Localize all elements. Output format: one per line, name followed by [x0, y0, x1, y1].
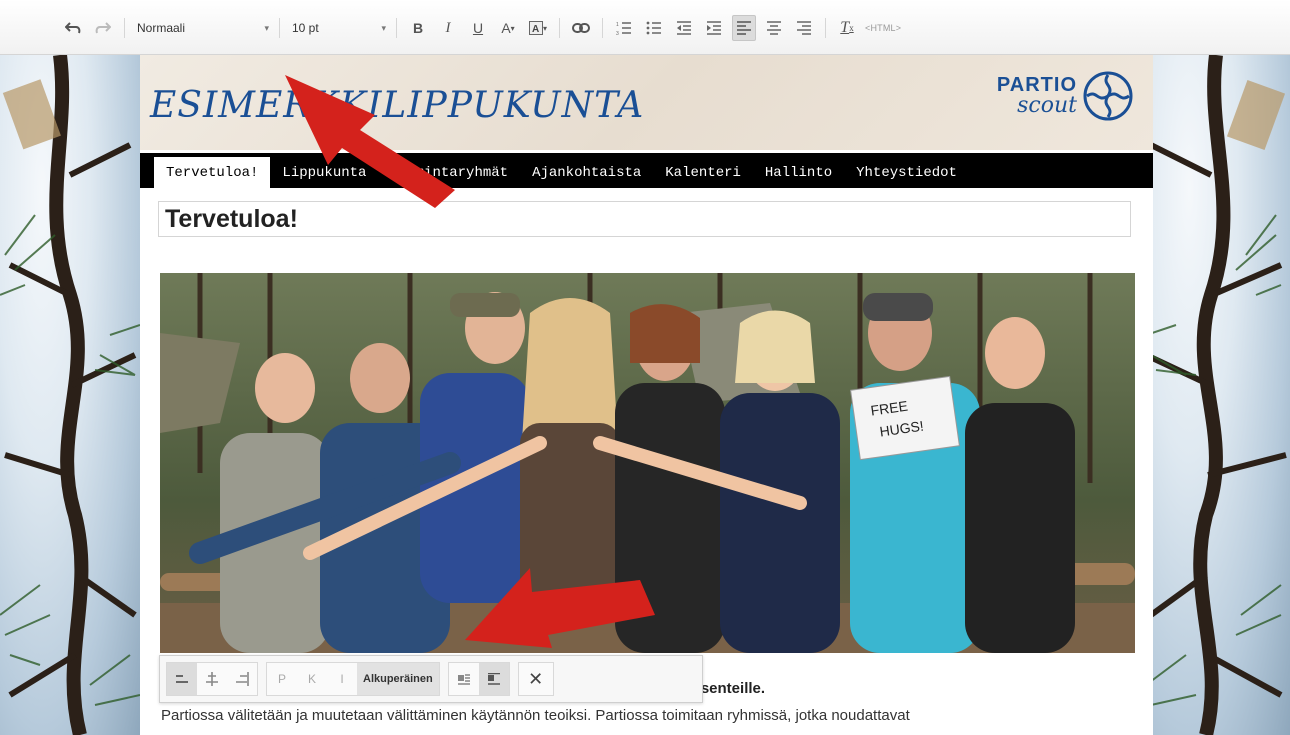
size-medium-button[interactable]: K [297, 663, 327, 695]
nav-item-yhteystiedot[interactable]: Yhteystiedot [844, 157, 969, 188]
outdent-icon[interactable] [672, 15, 696, 41]
redo-icon[interactable] [91, 15, 115, 41]
align-center-icon[interactable] [762, 15, 786, 41]
image-align-center-icon[interactable] [197, 663, 227, 695]
svg-text:A: A [532, 24, 539, 35]
text-color-icon[interactable]: A ▾ [496, 15, 520, 41]
nav-item-tervetuloa[interactable]: Tervetuloa! [154, 157, 271, 188]
format-select-value: Normaali [137, 21, 186, 35]
image-align-left-icon[interactable] [167, 663, 197, 695]
underline-icon[interactable]: U [466, 15, 490, 41]
size-large-button[interactable]: I [327, 663, 357, 695]
numbered-list-icon[interactable]: 13 [612, 15, 636, 41]
align-right-icon[interactable] [792, 15, 816, 41]
break-text-icon[interactable] [478, 663, 509, 695]
indent-icon[interactable] [702, 15, 726, 41]
bold-icon[interactable]: B [406, 15, 430, 41]
svg-text:1: 1 [616, 22, 619, 28]
toolbar-separator [602, 18, 603, 38]
wrap-text-icon[interactable] [449, 663, 479, 695]
partio-scout-logo: PARTIO scout [997, 69, 1135, 123]
undo-icon[interactable] [61, 15, 85, 41]
toolbar-separator [825, 18, 826, 38]
format-select[interactable]: Normaali ▾ [131, 15, 273, 41]
image-align-right-icon[interactable] [227, 663, 257, 695]
align-left-icon[interactable] [732, 15, 756, 41]
image-align-group [166, 662, 258, 696]
page-title: Tervetuloa! [165, 204, 298, 233]
size-small-button[interactable]: P [267, 663, 297, 695]
editor-toolbar: Normaali ▾ 10 pt ▾ B I U A ▾ A ▾ 13 T x … [0, 0, 1290, 55]
annotation-arrow-icon [285, 75, 455, 208]
nav-item-hallinto[interactable]: Hallinto [753, 157, 844, 188]
image-size-group: P K I Alkuperäinen [266, 662, 440, 696]
toolbar-separator [396, 18, 397, 38]
chevron-down-icon: ▾ [381, 22, 386, 33]
chevron-down-icon: ▾ [264, 22, 269, 33]
nav-item-ajankohtaista[interactable]: Ajankohtaista [520, 157, 653, 188]
toolbar-separator [279, 18, 280, 38]
font-size-value: 10 pt [292, 21, 319, 35]
toolbar-separator [559, 18, 560, 38]
font-size-select[interactable]: 10 pt ▾ [286, 15, 390, 41]
svg-text:3: 3 [616, 31, 619, 35]
annotation-arrow-icon [465, 568, 655, 648]
italic-icon[interactable]: I [436, 15, 460, 41]
clear-formatting-icon[interactable]: Tx [835, 15, 859, 41]
close-icon[interactable]: ✕ [517, 662, 554, 696]
logo-line1: PARTIO [996, 74, 1077, 96]
fleur-emblem-icon [1083, 71, 1133, 121]
toolbar-separator [124, 18, 125, 38]
link-icon[interactable] [569, 15, 593, 41]
size-original-button[interactable]: Alkuperäinen [357, 663, 439, 695]
nav-item-kalenteri[interactable]: Kalenteri [653, 157, 753, 188]
image-edit-toolbar: P K I Alkuperäinen ✕ [159, 655, 703, 703]
html-source-button[interactable]: <HTML> [865, 15, 901, 41]
right-background-pine [1146, 55, 1290, 735]
logo-line2: scout [1017, 93, 1077, 118]
body-paragraph: Partiossa välitetään ja muutetaan välitt… [161, 707, 910, 724]
bulleted-list-icon[interactable] [642, 15, 666, 41]
background-color-icon[interactable]: A ▾ [526, 15, 550, 41]
image-wrap-group [447, 662, 510, 696]
left-background-pine [0, 55, 140, 735]
